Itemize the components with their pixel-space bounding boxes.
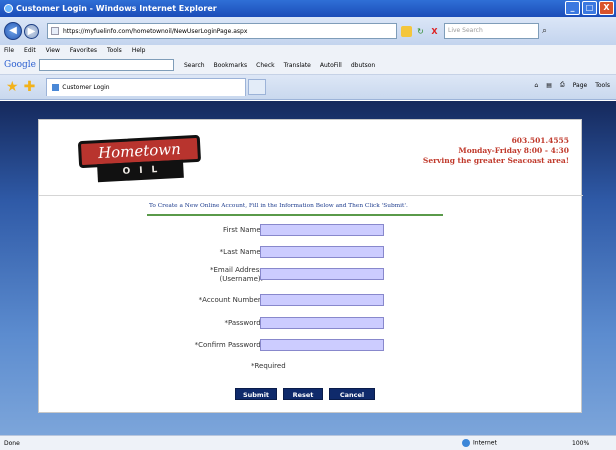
globe-icon <box>462 439 470 447</box>
first-name-label: First Name: <box>223 226 263 234</box>
page-icon <box>51 27 59 35</box>
window-controls: _ □ X <box>565 1 614 15</box>
zoom-level[interactable]: 100% <box>572 440 589 447</box>
menu-favorites[interactable]: Favorites <box>70 47 97 54</box>
last-name-row: *Last Name: <box>39 246 583 260</box>
google-toolbar: Google Search Bookmarks Check Translate … <box>0 56 616 75</box>
menu-view[interactable]: View <box>46 47 60 54</box>
email-row: *Email Address (Username): <box>39 266 583 288</box>
form-instructions: To Create a New Online Account, Fill in … <box>149 203 408 209</box>
submit-button[interactable]: Submit <box>235 388 277 400</box>
back-button[interactable]: ◀ <box>4 22 22 40</box>
tools-menu[interactable]: Tools <box>595 82 610 89</box>
status-text: Done <box>4 439 20 447</box>
home-icon[interactable]: ⌂ <box>534 82 538 89</box>
google-translate-button[interactable]: Translate <box>284 62 311 69</box>
maximize-button[interactable]: □ <box>582 1 597 15</box>
web-content: Hometown OIL 603.501.4555 Monday-Friday … <box>0 101 616 435</box>
reset-button[interactable]: Reset <box>283 388 323 400</box>
google-search-input[interactable] <box>39 59 174 71</box>
menu-bar: File Edit View Favorites Tools Help <box>0 45 616 56</box>
refresh-icon[interactable]: ↻ <box>415 26 426 37</box>
favorites-bar: ★ ✚ Customer Login <box>0 75 616 100</box>
page-header: Hometown OIL 603.501.4555 Monday-Friday … <box>39 120 583 196</box>
status-bar: Done Internet 100% <box>0 435 616 450</box>
forward-button[interactable]: ▶ <box>24 23 39 39</box>
lock-icon[interactable] <box>401 25 412 37</box>
print-icon[interactable]: ⎙ <box>560 81 565 89</box>
google-logo: Google <box>4 60 36 70</box>
page-menu[interactable]: Page <box>573 82 588 89</box>
email-label-line1: *Email Address <box>209 266 263 274</box>
menu-tools[interactable]: Tools <box>107 47 122 54</box>
first-name-row: First Name: <box>39 224 583 238</box>
live-search-input[interactable]: Live Search <box>444 23 539 39</box>
google-check-button[interactable]: Check <box>256 62 274 69</box>
email-label-line2: (Username): <box>219 275 263 283</box>
window-title-bar: Customer Login - Windows Internet Explor… <box>0 0 616 17</box>
feeds-icon[interactable]: ▤ <box>546 82 552 89</box>
new-tab-button[interactable] <box>248 79 267 95</box>
confirm-password-label: *Confirm Password: <box>194 341 263 349</box>
cancel-button[interactable]: Cancel <box>329 388 375 400</box>
email-label: *Email Address (Username): <box>133 266 263 284</box>
command-bar: ⌂ ▤ ⎙ Page Tools <box>534 81 610 89</box>
url-text: https://myfuelinfo.com/hometownoil/NewUs… <box>63 27 248 35</box>
address-bar: ◀ ▶ https://myfuelinfo.com/hometownoil/N… <box>0 17 616 45</box>
first-name-input[interactable] <box>260 224 384 236</box>
google-bookmarks-button[interactable]: Bookmarks <box>214 62 248 69</box>
minimize-button[interactable]: _ <box>565 1 580 15</box>
business-hours: Monday-Friday 8:00 - 4:30 <box>458 146 569 155</box>
security-zone: Internet <box>462 439 497 447</box>
url-input[interactable]: https://myfuelinfo.com/hometownoil/NewUs… <box>47 23 397 39</box>
password-input[interactable] <box>260 317 384 329</box>
service-area: Serving the greater Seacoast area! <box>422 156 569 165</box>
login-page: Hometown OIL 603.501.4555 Monday-Friday … <box>38 119 583 413</box>
required-note: *Required <box>251 362 286 370</box>
ie-icon <box>4 4 13 13</box>
last-name-label: *Last Name: <box>219 248 263 256</box>
search-icon[interactable]: ⌕ <box>542 26 547 36</box>
window-title: Customer Login - Windows Internet Explor… <box>16 4 217 13</box>
menu-file[interactable]: File <box>4 47 14 54</box>
divider <box>147 214 443 216</box>
account-number-input[interactable] <box>260 294 384 306</box>
favorites-star-icon[interactable]: ★ <box>6 79 19 95</box>
menu-edit[interactable]: Edit <box>24 47 36 54</box>
confirm-password-row: *Confirm Password: <box>39 339 583 353</box>
hometown-oil-logo: Hometown OIL <box>77 134 202 189</box>
stop-icon[interactable]: X <box>429 26 440 37</box>
account-number-row: *Account Number: <box>39 294 583 308</box>
confirm-password-input[interactable] <box>260 339 384 351</box>
password-row: *Password: <box>39 317 583 331</box>
zone-label: Internet <box>473 439 497 447</box>
last-name-input[interactable] <box>260 246 384 258</box>
phone-number: 603.501.4555 <box>511 136 569 145</box>
google-autofill-button[interactable]: AutoFill <box>320 62 342 69</box>
tab-page-icon <box>52 84 60 91</box>
account-number-label: *Account Number: <box>198 296 263 304</box>
close-button[interactable]: X <box>599 1 614 15</box>
tab-customer-login[interactable]: Customer Login <box>46 78 247 96</box>
email-input[interactable] <box>260 268 384 280</box>
form-buttons: Submit Reset Cancel <box>235 388 375 400</box>
address-actions: ↻ X <box>401 25 440 37</box>
google-toolbar-items: Search Bookmarks Check Translate AutoFil… <box>184 62 375 69</box>
password-label: *Password: <box>224 319 263 327</box>
add-favorite-icon[interactable]: ✚ <box>24 79 36 95</box>
google-search-button[interactable]: Search <box>184 62 205 69</box>
contact-info: 603.501.4555 Monday-Friday 8:00 - 4:30 S… <box>423 136 569 166</box>
tab-label: Customer Login <box>62 84 110 91</box>
google-account-button[interactable]: dbutson <box>351 62 375 69</box>
menu-help[interactable]: Help <box>132 47 146 54</box>
